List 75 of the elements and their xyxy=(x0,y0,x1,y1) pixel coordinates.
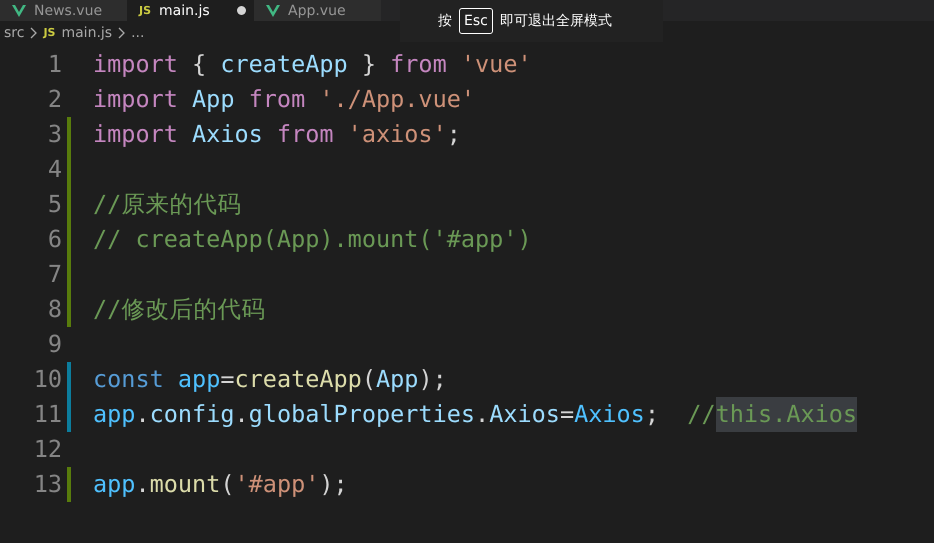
breadcrumb-item[interactable]: src xyxy=(4,22,24,44)
code-token: = xyxy=(560,398,574,430)
hint-text: 按 xyxy=(438,12,452,30)
code-token: from xyxy=(390,48,447,80)
js-file-icon: JS xyxy=(139,5,152,16)
line-number: 10 xyxy=(32,364,62,395)
line-number: 1 xyxy=(46,48,62,80)
code-token: createApp xyxy=(220,48,348,80)
v-logo-icon xyxy=(12,4,26,16)
line-number: 3 xyxy=(46,118,62,150)
code-token: } xyxy=(360,48,377,80)
code-token: from xyxy=(248,84,306,115)
breadcrumb-item[interactable]: main.js xyxy=(61,22,112,44)
code-token: app xyxy=(93,398,136,430)
code-token: { xyxy=(191,48,208,80)
code-token: const xyxy=(93,364,164,395)
line-number: 4 xyxy=(46,154,62,185)
tab-label: News.vue xyxy=(34,4,102,18)
code-token: ; xyxy=(644,398,659,430)
tab-label: App.vue xyxy=(288,4,346,18)
line-number: 6 xyxy=(46,224,62,255)
code-token: App xyxy=(191,84,234,115)
line-number: 11 xyxy=(32,398,62,430)
code-token: ( xyxy=(362,364,376,395)
line-number: 13 xyxy=(32,468,62,500)
line-number: 12 xyxy=(32,434,62,465)
editor-tab[interactable]: App.vue xyxy=(254,0,381,21)
code-token: import xyxy=(93,118,178,150)
code-token: createApp xyxy=(234,364,362,395)
code-token: app xyxy=(93,468,136,500)
code-token: from xyxy=(276,118,334,150)
code-token: ); xyxy=(418,364,447,395)
code-token: config xyxy=(150,398,234,430)
code-token: import xyxy=(93,48,178,80)
code-token: Axios xyxy=(574,398,645,430)
code-token: = xyxy=(220,364,234,395)
esc-key: Esc xyxy=(459,8,493,34)
line-number: 8 xyxy=(46,294,62,325)
code-token: '#app' xyxy=(234,468,320,500)
code-token: . xyxy=(475,398,490,430)
code-token: mount xyxy=(150,468,220,500)
code-token: // createApp(App).mount('#app') xyxy=(93,224,532,255)
change-marker xyxy=(67,467,71,502)
code-token: ( xyxy=(220,468,235,500)
breadcrumb-item[interactable]: ... xyxy=(131,22,144,44)
code-token: . xyxy=(135,398,150,430)
line-number: 9 xyxy=(46,328,62,360)
code-token: //修改后的代码 xyxy=(93,294,266,325)
code-token: 'axios' xyxy=(346,118,447,150)
tab-label: main.js xyxy=(159,4,210,18)
code-token: Axios xyxy=(191,118,263,150)
line-number: 7 xyxy=(46,258,62,290)
chevron-right-icon xyxy=(30,27,38,39)
code-token: app xyxy=(176,364,220,395)
line-number: 2 xyxy=(46,84,62,115)
code-token: globalProperties xyxy=(248,398,476,430)
code-token: // xyxy=(686,398,716,430)
v-logo-icon xyxy=(266,4,280,16)
code-token: . xyxy=(234,398,249,430)
code-token: import xyxy=(93,84,178,115)
code-token: Axios xyxy=(489,398,560,430)
code-token: //原来的代码 xyxy=(93,188,242,220)
code-token: 'vue' xyxy=(460,48,532,80)
line-number: 5 xyxy=(46,188,62,220)
code-token: . xyxy=(135,468,150,500)
code-token: this.Axios xyxy=(716,396,858,432)
editor-tab[interactable]: News.vue xyxy=(0,0,127,21)
hint-text: 即可退出全屏模式 xyxy=(500,12,612,30)
code-token: ; xyxy=(446,118,461,150)
code-token: './App.vue' xyxy=(318,84,476,115)
js-file-icon: JS xyxy=(43,24,56,42)
editor-tab[interactable]: JS main.js xyxy=(127,0,254,21)
code-token: App xyxy=(376,364,418,395)
chevron-right-icon xyxy=(118,27,126,39)
code-token: ); xyxy=(319,468,348,500)
